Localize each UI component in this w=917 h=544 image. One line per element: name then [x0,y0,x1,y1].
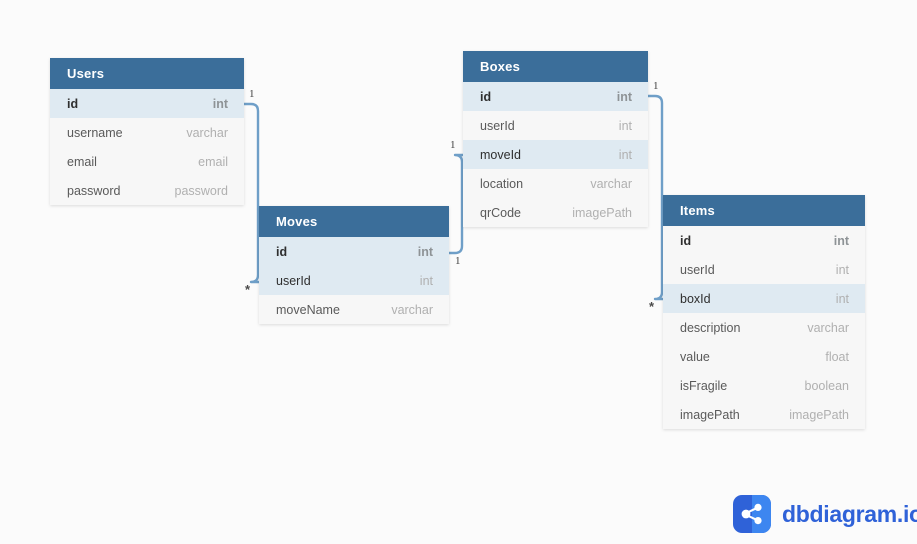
field-type: varchar [590,176,632,191]
field-type: int [417,244,433,259]
field-row[interactable]: password password [50,176,244,205]
cardinality-label: 1 [249,88,255,100]
field-name: password [67,183,121,198]
field-type: varchar [391,302,433,317]
field-name: id [276,244,288,259]
brand-label: dbdiagram.io [782,500,917,527]
table-card-items[interactable]: Items id int userId int boxId int description va… [663,195,865,429]
table-title[interactable]: Items [663,195,865,226]
field-row[interactable]: boxId int [663,284,865,313]
table-title[interactable]: Users [50,58,244,89]
diagram-canvas[interactable]: Users id int username varchar email email passw… [0,0,917,544]
relationship-edge-moves-boxes[interactable] [447,153,465,255]
field-type: imagePath [789,407,849,422]
cardinality-label: 1 [653,80,659,92]
field-type: imagePath [572,205,632,220]
field-row[interactable]: imagePath imagePath [663,400,865,429]
field-row[interactable]: value float [663,342,865,371]
field-row[interactable]: description varchar [663,313,865,342]
field-type: int [835,291,849,306]
field-row[interactable]: id int [663,226,865,255]
field-name: id [67,96,79,111]
field-name: location [480,176,524,191]
field-row[interactable]: id int [463,82,648,111]
field-row[interactable]: moveName varchar [259,295,449,324]
field-name: isFragile [680,378,728,393]
field-type: int [212,96,228,111]
field-type: int [833,233,849,248]
field-row[interactable]: email email [50,147,244,176]
field-row[interactable]: userId int [463,111,648,140]
field-name: description [680,320,741,335]
field-type: int [618,147,632,162]
field-type: int [616,89,632,104]
field-row[interactable]: userId int [663,255,865,284]
field-name: value [680,349,710,364]
share-nodes-icon [733,495,771,533]
field-name: qrCode [480,205,521,220]
relationship-edge-users-moves[interactable] [242,102,261,284]
field-type: int [835,262,849,277]
field-row[interactable]: qrCode imagePath [463,198,648,227]
field-type: password [174,183,229,198]
cardinality-label: * [245,282,251,297]
field-row[interactable]: id int [50,89,244,118]
field-name: userId [480,118,515,133]
table-card-users[interactable]: Users id int username varchar email email passw… [50,58,244,205]
field-type: varchar [807,320,849,335]
field-type: boolean [804,378,850,393]
field-row[interactable]: moveId int [463,140,648,169]
field-name: id [680,233,692,248]
field-type: varchar [186,125,228,140]
field-row[interactable]: location varchar [463,169,648,198]
field-name: email [67,154,97,169]
table-card-boxes[interactable]: Boxes id int userId int moveId int location varc… [463,51,648,227]
cardinality-label: 1 [455,255,461,267]
dbdiagram-logo[interactable]: dbdiagram.io [733,495,917,533]
field-name: userId [276,273,311,288]
field-type: email [198,154,228,169]
field-type: int [419,273,433,288]
cardinality-label: 1 [450,139,456,151]
field-row[interactable]: username varchar [50,118,244,147]
field-name: id [480,89,492,104]
field-name: boxId [680,291,711,306]
relationship-edge-boxes-items[interactable] [646,94,665,301]
field-name: moveName [276,302,340,317]
field-type: int [618,118,632,133]
cardinality-label: * [649,299,655,314]
table-title[interactable]: Boxes [463,51,648,82]
field-name: userId [680,262,715,277]
table-title[interactable]: Moves [259,206,449,237]
field-name: moveId [480,147,521,162]
field-row[interactable]: userId int [259,266,449,295]
table-card-moves[interactable]: Moves id int userId int moveName varchar [259,206,449,324]
field-name: imagePath [680,407,740,422]
field-type: float [825,349,849,364]
field-row[interactable]: isFragile boolean [663,371,865,400]
field-row[interactable]: id int [259,237,449,266]
field-name: username [67,125,123,140]
